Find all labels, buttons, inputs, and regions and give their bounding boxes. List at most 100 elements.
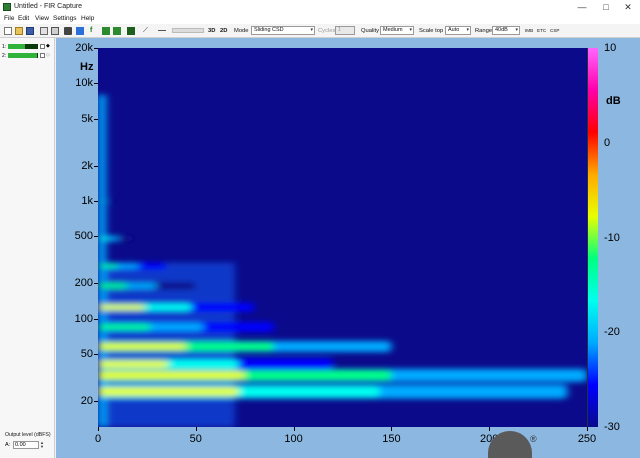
cycles-field[interactable]: 1	[335, 26, 355, 35]
x-tick-label: 0	[94, 433, 102, 445]
track-icon	[158, 30, 166, 31]
channel-2-label: 2:	[2, 53, 7, 59]
y-tick	[94, 400, 98, 402]
new-icon[interactable]	[4, 27, 12, 35]
y-tick	[94, 236, 98, 238]
x-tick	[195, 427, 197, 431]
pin-icon[interactable]: ◆	[46, 44, 50, 49]
range-select[interactable]: 40dB ▾	[492, 26, 520, 35]
quality-label: Quality	[361, 28, 380, 34]
y-tick	[94, 318, 98, 320]
colorbar-tick-label: -20	[604, 326, 620, 339]
scaletop-value: Auto	[448, 27, 460, 33]
x-tick	[98, 427, 99, 431]
y-tick-label: 500	[74, 230, 93, 243]
output-level-field[interactable]: 0.00	[13, 441, 39, 449]
heatmap-ridge	[98, 323, 151, 330]
y-tick-label: 5k	[81, 112, 93, 125]
y-tick	[94, 354, 98, 356]
colorbar-tick-label: 0	[604, 136, 611, 149]
channel-1-meter	[8, 44, 38, 49]
range-label: Range	[475, 28, 493, 34]
quality-value: Medium	[383, 27, 403, 33]
mode-label: Mode	[234, 28, 249, 34]
scaletop-select[interactable]: Auto ▾	[445, 26, 471, 35]
zoom-slider[interactable]	[172, 28, 204, 33]
window-title: Untitled - FIR Capture	[14, 3, 83, 10]
y-tick-label: 100	[74, 312, 93, 325]
scaletop-label: Scale top	[419, 28, 444, 34]
minimize-button[interactable]: —	[572, 0, 592, 14]
cycles-label: Cycles	[318, 28, 336, 34]
heatmap-ridge	[98, 263, 119, 269]
channel-1-label: 1:	[2, 44, 7, 50]
plot-icon[interactable]	[102, 27, 110, 35]
menu-edit[interactable]: Edit	[18, 14, 29, 24]
y-tick-label: 20	[80, 394, 93, 407]
arrow-icon[interactable]	[113, 27, 121, 35]
pin-icon[interactable]: ◇	[46, 53, 50, 58]
imb-button[interactable]: IMB	[525, 26, 533, 36]
heatmap-ridge	[98, 343, 187, 350]
save-icon[interactable]	[26, 27, 34, 35]
heatmap-ridge	[98, 387, 239, 396]
chevron-down-icon: ▾	[409, 27, 412, 33]
filter-icon[interactable]	[76, 27, 84, 35]
csp-button[interactable]: CSP	[550, 26, 559, 36]
close-button[interactable]: ✕	[618, 0, 638, 14]
x-tick	[587, 427, 588, 431]
x-tick-label: 100	[284, 433, 303, 445]
channel-2-checkbox[interactable]	[40, 53, 45, 58]
y-tick-label: 200	[74, 277, 93, 290]
y-tick	[94, 201, 98, 203]
view-3d-button[interactable]: 3D	[208, 26, 215, 36]
menu-view[interactable]: View	[35, 14, 49, 24]
print-icon[interactable]	[51, 27, 59, 35]
x-tick	[489, 427, 491, 431]
wave-icon[interactable]: f	[90, 27, 98, 35]
y-tick	[94, 83, 98, 85]
capture-icon[interactable]	[64, 27, 72, 35]
y-tick-label: 20k	[75, 42, 93, 54]
heatmap-ridge	[98, 236, 109, 241]
heatmap-ridge	[98, 360, 169, 368]
menu-help[interactable]: Help	[81, 14, 94, 24]
colorbar-tick-label: -10	[604, 231, 620, 244]
colorbar-tick-label: 10	[604, 42, 617, 54]
open-icon[interactable]	[15, 27, 23, 35]
menu-file[interactable]: File	[4, 14, 14, 24]
y-tick-label: 50	[80, 348, 93, 361]
chevron-down-icon: ▾	[466, 27, 469, 33]
channel-1-checkbox[interactable]	[40, 44, 45, 49]
output-channel-label: A:	[5, 442, 11, 448]
spinner-icon[interactable]: ▲ ▼	[40, 441, 44, 449]
y-axis-unit: Hz	[80, 61, 94, 73]
csd-heatmap[interactable]	[98, 48, 587, 427]
mode-value: Sliding CSD	[254, 27, 284, 33]
x-tick-label: 250	[577, 433, 597, 445]
menu-settings[interactable]: Settings	[53, 14, 77, 24]
colorbar-unit: dB	[606, 95, 621, 107]
etc-button[interactable]: ETC	[537, 26, 546, 36]
registered-mark: ®	[530, 434, 537, 444]
heatmap-ridge	[98, 283, 128, 289]
output-level-label: Output level (dBFS)	[5, 432, 51, 438]
x-tick-label: 150	[382, 433, 401, 445]
mode-select[interactable]: Sliding CSD ▾	[251, 26, 315, 35]
cursor-icon[interactable]	[127, 27, 135, 35]
heatmap-ridge	[98, 304, 145, 310]
title-bar	[0, 0, 640, 14]
channel-2-meter	[8, 53, 38, 58]
y-tick	[94, 118, 98, 120]
channel-1-level	[8, 44, 25, 49]
maximize-button[interactable]: □	[596, 0, 616, 14]
channel-panel	[0, 38, 55, 458]
slider-icon[interactable]: ⟋	[143, 27, 151, 35]
quality-select[interactable]: Medium ▾	[380, 26, 414, 35]
colorbar-tick-label: -30	[604, 421, 620, 433]
copy-icon[interactable]	[40, 27, 48, 35]
view-2d-button[interactable]: 2D	[220, 26, 227, 36]
app-icon	[3, 3, 11, 11]
chevron-down-icon: ▾	[310, 27, 313, 33]
cycles-value: 1	[338, 27, 342, 33]
